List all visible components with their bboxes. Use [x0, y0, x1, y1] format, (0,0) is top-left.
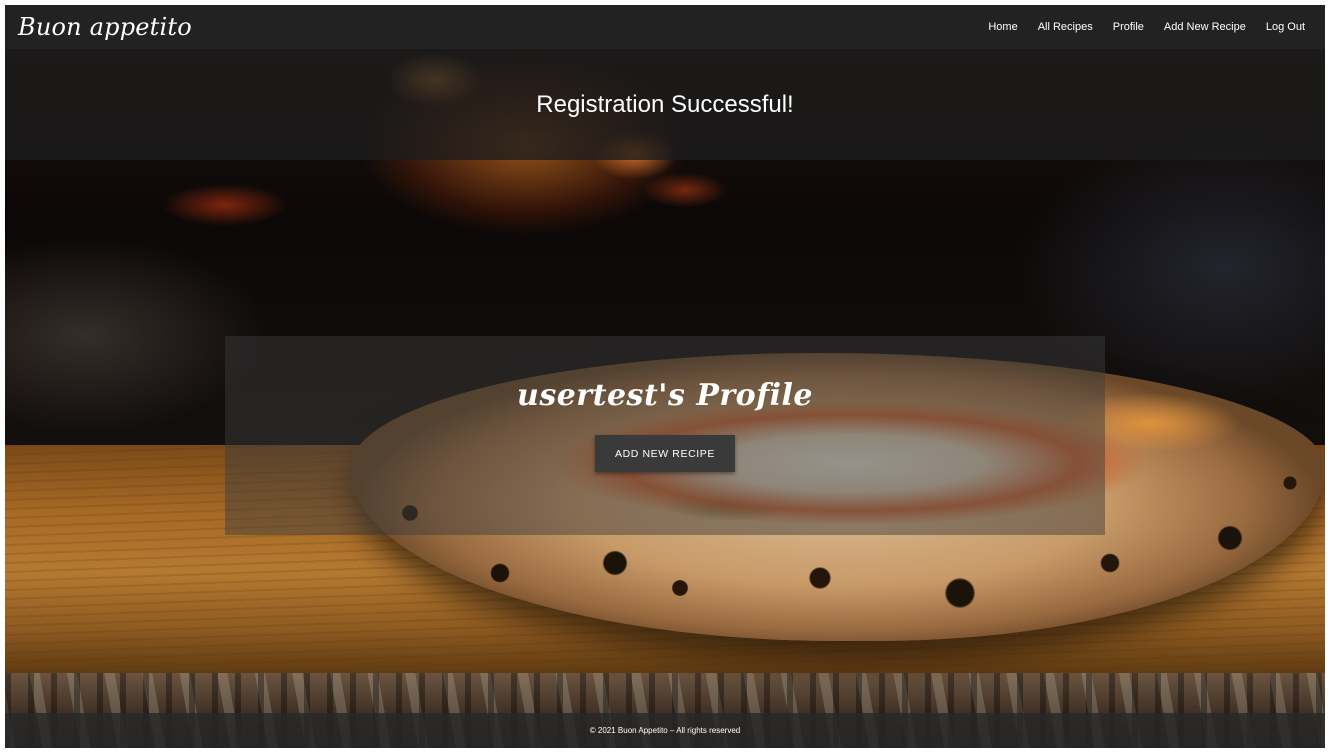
nav-links: Home All Recipes Profile Add New Recipe …	[978, 21, 1315, 33]
brand-logo-link[interactable]: Buon appetito	[18, 13, 192, 41]
browser-viewport: Buon appetito Home All Recipes Profile A…	[5, 5, 1325, 748]
flash-message-banner: Registration Successful!	[5, 49, 1325, 160]
add-new-recipe-button[interactable]: Add New Recipe	[595, 435, 735, 472]
nav-link-all-recipes[interactable]: All Recipes	[1028, 21, 1103, 33]
flash-message-text: Registration Successful!	[536, 90, 794, 118]
profile-title: usertest's Profile	[517, 378, 813, 413]
footer-copyright: © 2021 Buon Appetito – All rights reserv…	[589, 726, 741, 735]
nav-link-add-new-recipe[interactable]: Add New Recipe	[1154, 21, 1256, 33]
profile-card: usertest's Profile Add New Recipe	[225, 336, 1105, 535]
top-navbar: Buon appetito Home All Recipes Profile A…	[5, 5, 1325, 49]
nav-link-profile[interactable]: Profile	[1103, 21, 1154, 33]
nav-link-home[interactable]: Home	[978, 21, 1027, 33]
nav-link-log-out[interactable]: Log Out	[1256, 21, 1315, 33]
page-footer: © 2021 Buon Appetito – All rights reserv…	[5, 713, 1325, 748]
